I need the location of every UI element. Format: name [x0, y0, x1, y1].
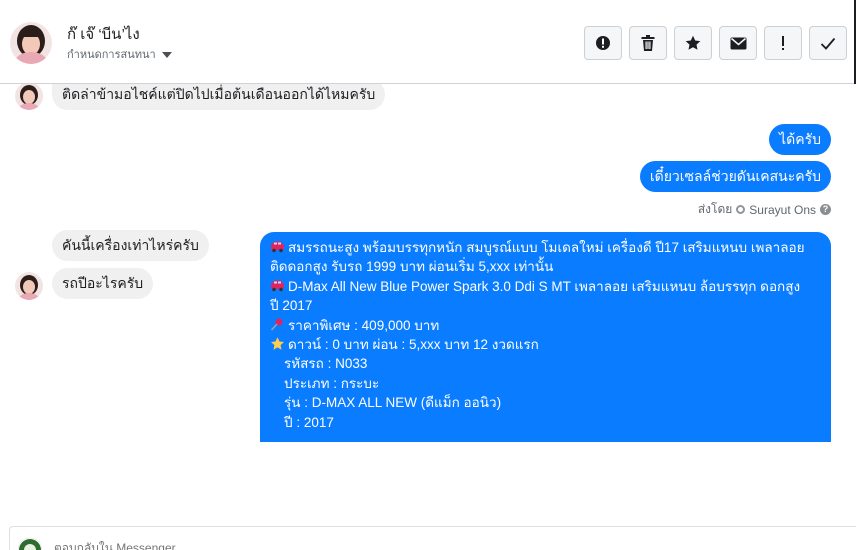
- message-line: ปี : 2017: [284, 414, 334, 430]
- message-line: ปี 2017: [270, 298, 313, 314]
- sender-avatar: [15, 272, 43, 300]
- conversation-menu-dropdown[interactable]: กำหนดการสนทนา: [67, 45, 172, 63]
- conversation-actions: [584, 26, 847, 60]
- message-line: สมรรถนะสูง พร้อมบรรทุกหนัก สมบูรณ์แบบ โม…: [270, 238, 821, 257]
- star-emoji-icon: [271, 337, 284, 350]
- car-icon: [271, 241, 284, 253]
- sent-by-info: ส่งโดย Surayut Ons ?: [698, 200, 831, 219]
- star-icon: [685, 35, 701, 50]
- incoming-message[interactable]: คันนี้เครื่องเท่าไหร่ครับ: [52, 230, 209, 261]
- incoming-message[interactable]: รถปีอะไรครับ: [52, 268, 154, 299]
- trash-icon: [641, 35, 655, 51]
- page-avatar: [18, 538, 42, 550]
- delete-button[interactable]: [629, 26, 667, 60]
- reply-composer: [9, 526, 856, 550]
- pushpin-icon: [270, 318, 283, 331]
- exclamation-circle-icon: [596, 36, 610, 50]
- message-line: ดาวน์ : 0 บาท ผ่อน : 5,xxx บาท 12 งวดแรก: [270, 335, 821, 354]
- follow-up-button[interactable]: [764, 26, 802, 60]
- help-icon[interactable]: ?: [820, 204, 831, 215]
- car-icon: [271, 280, 284, 292]
- messenger-inbox-conversation: ก๊ เจ๊ ‘บีน’ไง กำหนดการสนทนา ติดล่าข้ามอ…: [0, 0, 856, 550]
- sent-by-name[interactable]: Surayut Ons: [749, 203, 816, 217]
- exclamation-icon: [782, 36, 784, 50]
- message-line: ราคาพิเศษ : 409,000 บาท: [270, 316, 821, 335]
- check-icon: [820, 37, 836, 50]
- reply-input[interactable]: [54, 541, 754, 550]
- message-line: รุ่น : D-MAX ALL NEW (ดีแม็ก ออนิว): [284, 395, 502, 411]
- envelope-icon: [730, 37, 746, 49]
- message-line: ประเภท : กระบะ: [284, 375, 380, 391]
- incoming-message[interactable]: ติดล่าข้ามอไชค์แต่ปิดไปเมื่อต้นเดือนออกไ…: [52, 84, 386, 110]
- sent-by-label: ส่งโดย: [697, 202, 733, 216]
- star-button[interactable]: [674, 26, 712, 60]
- caret-down-icon: [161, 51, 172, 58]
- outgoing-long-message[interactable]: สมรรถนะสูง พร้อมบรรทุกหนัก สมบูรณ์แบบ โม…: [260, 232, 831, 442]
- outgoing-message[interactable]: เดี๋ยวเซลล์ช่วยดันเคสนะครับ: [639, 161, 831, 192]
- contact-avatar[interactable]: [10, 22, 52, 64]
- conversation-header: ก๊ เจ๊ ‘บีน’ไง กำหนดการสนทนา: [0, 0, 856, 84]
- message-line: ติดดอกสูง รับรถ 1999 บาท ผ่อนเริ่ม 5,xxx…: [270, 259, 554, 275]
- page-icon: [736, 205, 746, 214]
- conversation-menu-label: กำหนดการสนทนา: [67, 49, 156, 61]
- done-button[interactable]: [809, 26, 847, 60]
- sender-avatar: [15, 84, 43, 110]
- outgoing-message[interactable]: ได้ครับ: [769, 124, 831, 155]
- message-line: รหัสรถ : N033: [284, 356, 368, 372]
- report-button[interactable]: [584, 26, 622, 60]
- contact-name[interactable]: ก๊ เจ๊ ‘บีน’ไง: [67, 22, 140, 46]
- mark-unread-button[interactable]: [719, 26, 757, 60]
- message-line: D-Max All New Blue Power Spark 3.0 Ddi S…: [270, 277, 821, 296]
